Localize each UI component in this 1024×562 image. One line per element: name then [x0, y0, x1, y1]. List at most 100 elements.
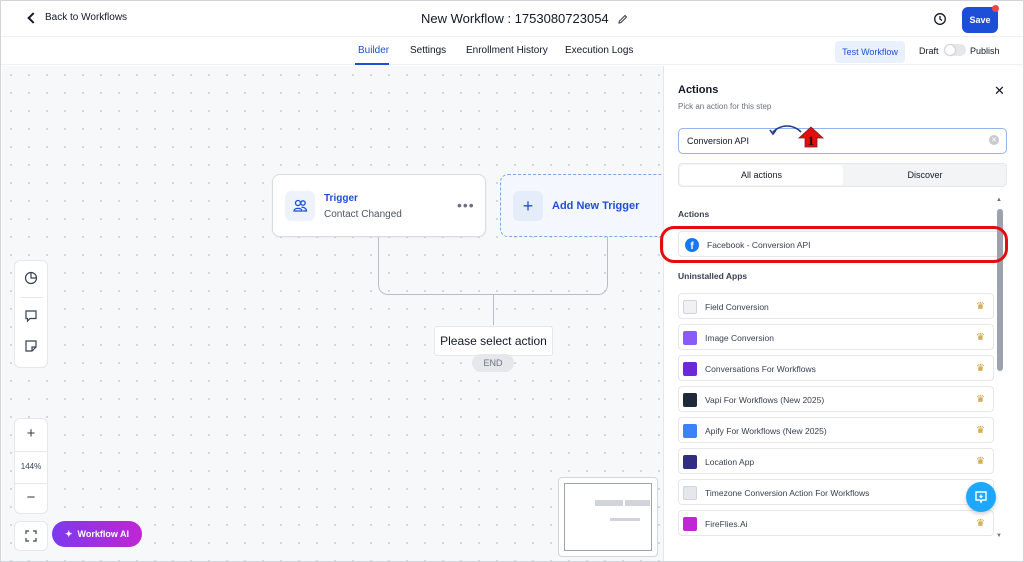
- app-list-item[interactable]: Timezone Conversion Action For Workflows…: [678, 479, 994, 505]
- crown-icon: ♛: [976, 394, 985, 405]
- chat-icon: [975, 491, 987, 504]
- publish-toggle[interactable]: [944, 44, 966, 56]
- minimap-node: [625, 500, 650, 506]
- tab-enrollment-history[interactable]: Enrollment History: [466, 45, 548, 56]
- toggle-knob: [945, 45, 955, 55]
- conversations-icon: [683, 362, 697, 376]
- publish-label: Publish: [970, 46, 1000, 56]
- app-list-item[interactable]: Conversations For Workflows ♛: [678, 355, 994, 381]
- action-search[interactable]: ✕: [678, 128, 1007, 154]
- top-header: Back to Workflows New Workflow : 1753080…: [1, 1, 1023, 37]
- panel-title: Actions: [678, 84, 719, 96]
- comment-icon[interactable]: [24, 309, 38, 323]
- minimap-node: [595, 500, 623, 506]
- more-options-icon[interactable]: •••: [457, 197, 475, 213]
- zoom-divider: [15, 483, 47, 484]
- apify-icon: [683, 424, 697, 438]
- step-number: 1: [808, 133, 815, 148]
- users-icon: [285, 191, 315, 221]
- crown-icon: ♛: [976, 363, 985, 374]
- trigger-subtitle: Contact Changed: [324, 209, 402, 220]
- chevron-left-icon: [27, 11, 39, 24]
- app-list-item[interactable]: Vapi For Workflows (New 2025) ♛: [678, 386, 994, 412]
- app-list-item[interactable]: Image Conversion ♛: [678, 324, 994, 350]
- app-list-item[interactable]: FireFlies.Ai ♛: [678, 510, 994, 536]
- app-label: Apify For Workflows (New 2025): [705, 426, 827, 436]
- segment-discover[interactable]: Discover: [844, 165, 1006, 185]
- sparkle-icon: ✦: [64, 528, 73, 539]
- draft-label: Draft: [919, 46, 939, 56]
- clear-search-icon[interactable]: ✕: [989, 135, 999, 145]
- select-action-node[interactable]: Please select action: [434, 326, 553, 356]
- back-label: Back to Workflows: [45, 12, 128, 23]
- connector-stem: [493, 295, 494, 325]
- close-icon[interactable]: ✕: [994, 83, 1005, 99]
- history-icon[interactable]: [933, 12, 947, 26]
- tool-divider: [21, 297, 43, 298]
- fit-to-screen-button[interactable]: [14, 521, 48, 551]
- app-label: Vapi For Workflows (New 2025): [705, 395, 825, 405]
- section-uninstalled-heading: Uninstalled Apps: [678, 271, 748, 281]
- app-label: FireFlies.Ai: [705, 519, 748, 529]
- location-app-icon: [683, 455, 697, 469]
- zoom-level: 144%: [20, 462, 42, 471]
- zoom-in-button[interactable]: +: [15, 425, 47, 442]
- back-to-workflows-link[interactable]: Back to Workflows: [27, 11, 128, 24]
- workflow-name: New Workflow : 1753080723054: [421, 11, 609, 26]
- end-node: END: [472, 354, 514, 372]
- app-list-item[interactable]: Field Conversion ♛: [678, 293, 994, 319]
- active-tab-underline: [355, 63, 389, 65]
- app-label: Location App: [705, 457, 755, 467]
- trigger-card[interactable]: Trigger Contact Changed •••: [272, 174, 486, 237]
- help-chat-button[interactable]: [966, 482, 996, 512]
- workflow-builder-window: Back to Workflows New Workflow : 1753080…: [0, 0, 1024, 562]
- timezone-icon: [683, 486, 697, 500]
- section-actions-heading: Actions: [678, 209, 710, 219]
- crown-icon: ♛: [976, 425, 985, 436]
- app-label: Conversations For Workflows: [705, 364, 816, 374]
- app-list-item[interactable]: Location App ♛: [678, 448, 994, 474]
- vapi-icon: [683, 393, 697, 407]
- workflow-ai-button[interactable]: ✦ Workflow AI: [52, 521, 142, 547]
- workflow-canvas[interactable]: Trigger Contact Changed ••• + Add New Tr…: [2, 66, 663, 561]
- pie-chart-icon[interactable]: [24, 271, 38, 285]
- app-label: Field Conversion: [705, 302, 769, 312]
- add-new-trigger-button[interactable]: + Add New Trigger: [500, 174, 663, 237]
- zoom-divider: [15, 451, 47, 452]
- plus-icon: +: [513, 191, 543, 221]
- test-workflow-button[interactable]: Test Workflow: [835, 41, 905, 63]
- app-list-item[interactable]: Apify For Workflows (New 2025) ♛: [678, 417, 994, 443]
- zoom-controls: + 144% −: [14, 418, 48, 514]
- add-trigger-label: Add New Trigger: [552, 200, 640, 212]
- app-label: Timezone Conversion Action For Workflows: [705, 488, 870, 498]
- workflow-ai-label: Workflow AI: [77, 529, 130, 539]
- tab-execution-logs[interactable]: Execution Logs: [565, 45, 633, 56]
- tab-builder[interactable]: Builder: [358, 45, 389, 56]
- trigger-title: Trigger: [324, 193, 358, 204]
- canvas-tools: [14, 260, 48, 368]
- scroll-up-icon[interactable]: ▲: [996, 197, 1002, 203]
- sticky-note-icon[interactable]: [24, 339, 38, 353]
- action-filter-segment: All actions Discover: [678, 163, 1007, 187]
- scroll-down-icon[interactable]: ▼: [996, 533, 1002, 539]
- step-number-badge: 1: [797, 126, 825, 148]
- minimap[interactable]: [558, 477, 658, 557]
- segment-all-actions[interactable]: All actions: [680, 165, 843, 185]
- search-input[interactable]: [687, 134, 977, 148]
- crown-icon: ♛: [976, 456, 985, 467]
- pencil-icon[interactable]: [617, 13, 629, 25]
- image-conversion-icon: [683, 331, 697, 345]
- minimap-node: [610, 518, 640, 521]
- crown-icon: ♛: [976, 301, 985, 312]
- unsaved-indicator: [992, 5, 999, 12]
- highlight-annotation: [660, 226, 1008, 263]
- workflow-title: New Workflow : 1753080723054: [421, 11, 629, 26]
- fireflies-icon: [683, 517, 697, 531]
- minimap-viewport: [564, 483, 652, 551]
- tab-settings[interactable]: Settings: [410, 45, 446, 56]
- field-conversion-icon: [683, 300, 697, 314]
- trigger-connector: [378, 237, 608, 295]
- zoom-out-button[interactable]: −: [15, 489, 47, 506]
- app-label: Image Conversion: [705, 333, 774, 343]
- crown-icon: ♛: [976, 518, 985, 529]
